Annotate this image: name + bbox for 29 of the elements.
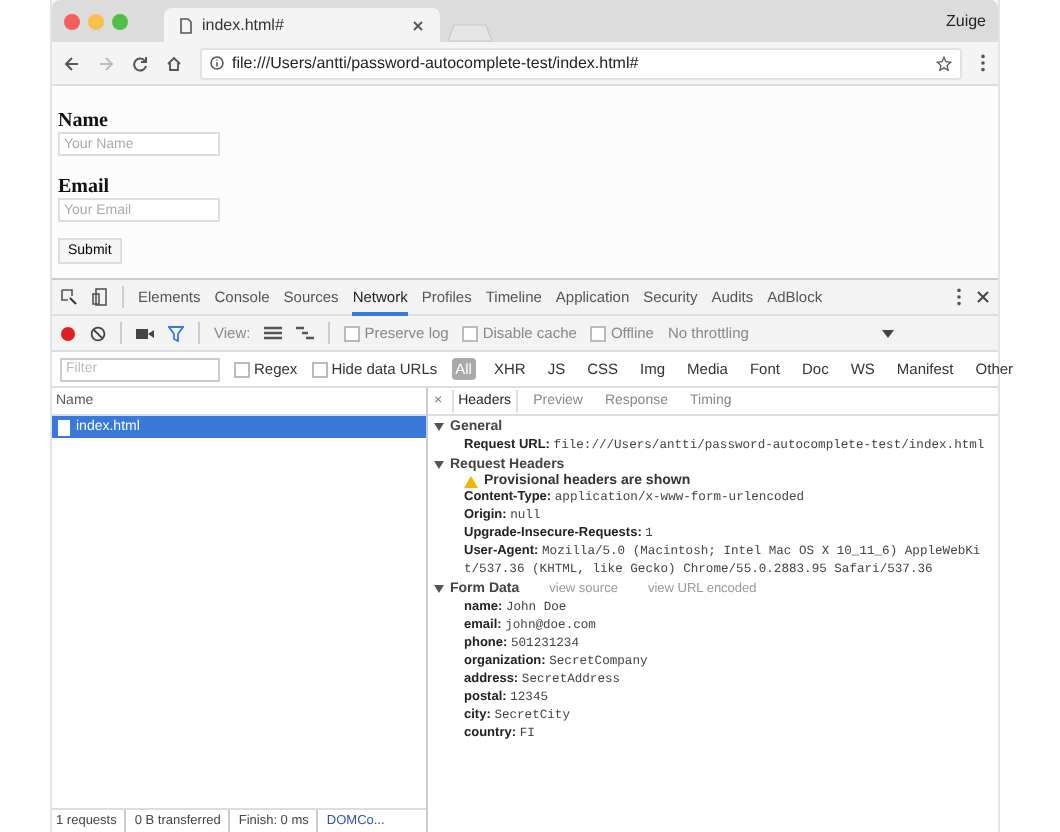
camera-icon[interactable] xyxy=(136,327,154,339)
browser-tab[interactable]: index.html# xyxy=(164,8,440,42)
expand-triangle-icon[interactable] xyxy=(434,422,444,432)
address-bar[interactable]: file:///Users/antti/password-autocomplete-test/index.html# xyxy=(200,47,962,79)
more-icon[interactable] xyxy=(980,54,986,72)
inspect-icon[interactable] xyxy=(60,288,78,306)
home-icon[interactable] xyxy=(166,55,182,71)
star-icon[interactable] xyxy=(936,55,952,71)
device-icon[interactable] xyxy=(92,288,108,306)
back-icon[interactable] xyxy=(64,55,80,71)
waterfall-icon[interactable] xyxy=(296,326,315,340)
field-label: Email xyxy=(58,176,112,198)
record-icon[interactable] xyxy=(60,325,76,341)
reload-icon[interactable] xyxy=(132,55,148,71)
expand-triangle-icon[interactable] xyxy=(434,584,444,594)
dropdown-arrow-icon[interactable] xyxy=(881,329,894,337)
field-label: Name xyxy=(58,110,110,132)
document-icon xyxy=(180,17,192,33)
warning-icon xyxy=(464,475,478,487)
document-icon xyxy=(58,419,70,435)
info-icon xyxy=(210,56,224,70)
clear-icon[interactable] xyxy=(90,325,106,341)
list-view-icon[interactable] xyxy=(264,326,283,340)
profile-name[interactable]: Zuige xyxy=(945,12,986,30)
more-icon[interactable] xyxy=(956,288,962,306)
expand-triangle-icon[interactable] xyxy=(434,460,444,470)
filter-icon[interactable] xyxy=(168,325,184,341)
close-icon[interactable] xyxy=(976,290,990,304)
close-tab-icon[interactable] xyxy=(412,19,424,31)
